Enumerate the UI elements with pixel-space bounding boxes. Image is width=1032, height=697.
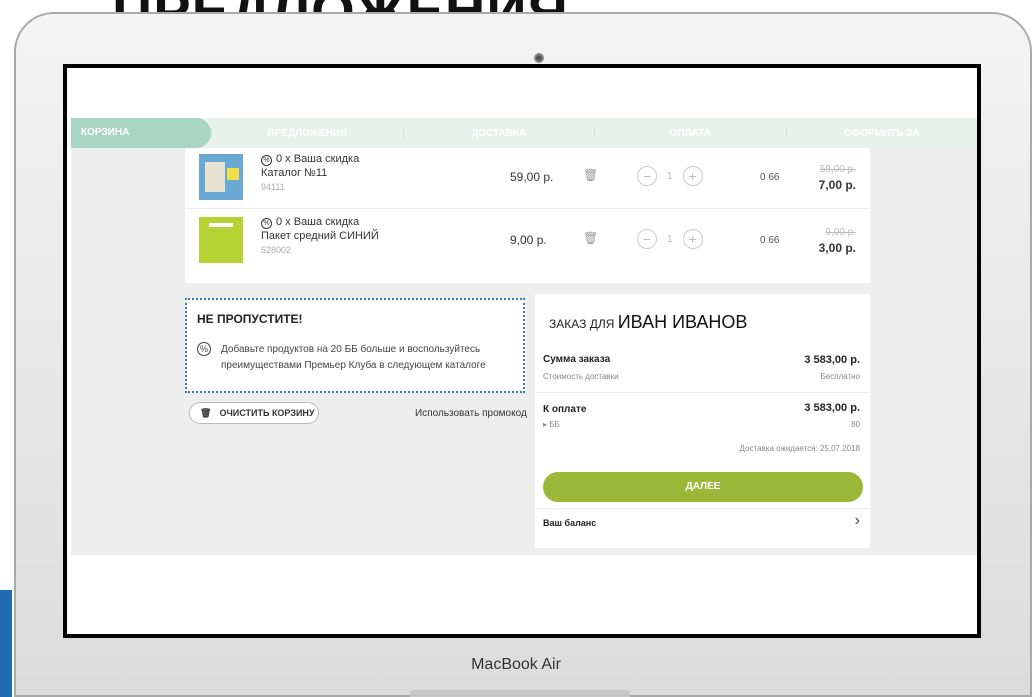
bb-label[interactable]: ▸ ББ — [543, 420, 560, 429]
item-price: 9,00 р. — [510, 233, 547, 247]
balance-label[interactable]: Ваш баланс — [543, 518, 596, 528]
item-name: Каталог №11 — [261, 167, 328, 179]
increase-button[interactable]: + — [682, 229, 703, 249]
discount-label: 0 х Ваша скидка — [276, 153, 360, 165]
decrease-button[interactable]: − — [637, 229, 657, 249]
divider — [535, 392, 870, 393]
customer-name: ИВАН ИВАНОВ — [617, 312, 748, 332]
sum-label: Сумма заказа — [543, 354, 611, 365]
to-pay-value: 3 583,00 р. — [804, 402, 860, 414]
increase-button[interactable]: + — [682, 166, 703, 186]
item-points: 0 66 — [760, 172, 780, 183]
clear-cart-label: ОЧИСТИТЬ КОРЗИНУ — [219, 408, 315, 418]
item-old-price: 59,00 р. — [819, 164, 856, 175]
delivery-expected: Доставка ожидается: 25.07.2018 — [739, 444, 860, 453]
device-label: MacBook Air — [471, 656, 561, 673]
item-price: 59,00 р. — [510, 170, 554, 184]
checkout-steps: КОРЗИНА ПРЕДЛОЖЕНИЯ ДОСТАВКА ОПЛАТА ОФОР… — [71, 118, 977, 148]
delivery-label: Стоимость доставки — [543, 372, 619, 381]
bb-value: 80 — [851, 420, 860, 429]
discount-icon: % — [261, 155, 272, 166]
trash-icon[interactable]: 🗑 — [583, 231, 598, 245]
cart-items: % 0 х Ваша скидка Каталог №11 94111 59,00… — [185, 148, 870, 283]
step-offers[interactable]: ПРЕДЛОЖЕНИЯ — [211, 127, 403, 139]
divider — [535, 508, 870, 509]
trash-icon: 🗑 — [200, 407, 212, 418]
blue-strip — [0, 590, 12, 697]
order-summary: ЗАКАЗ ДЛЯ ИВАН ИВАНОВ Сумма заказа 3 583… — [535, 294, 870, 548]
promo-code-link[interactable]: Использовать промокод — [415, 408, 527, 419]
laptop-screen: КОРЗИНА ПРЕДЛОЖЕНИЯ ДОСТАВКА ОПЛАТА ОФОР… — [63, 64, 981, 638]
cart-item: % 0 х Ваша скидка Пакет средний СИНИЙ 528… — [185, 208, 870, 268]
step-payment[interactable]: ОПЛАТА — [594, 127, 786, 139]
item-new-price: 3,00 р. — [818, 241, 856, 255]
order-title: ЗАКАЗ ДЛЯ — [549, 317, 615, 331]
to-pay-label: К оплате — [543, 404, 587, 415]
quantity-stepper: − 1 + — [637, 229, 703, 249]
quantity-value: 1 — [667, 233, 673, 245]
item-sku: 528002 — [261, 245, 292, 255]
product-thumbnail — [199, 154, 243, 200]
product-thumbnail — [199, 217, 243, 263]
step-cart[interactable]: КОРЗИНА — [71, 118, 211, 148]
item-sku: 94111 — [261, 182, 285, 192]
step-delivery[interactable]: ДОСТАВКА — [402, 127, 595, 139]
step-checkout[interactable]: ОФОРМИТЬ ЗА — [785, 127, 978, 139]
camera — [534, 53, 544, 63]
quantity-value: 1 — [667, 170, 673, 182]
sum-value: 3 583,00 р. — [804, 354, 860, 366]
cart-item: % 0 х Ваша скидка Каталог №11 94111 59,00… — [185, 148, 870, 208]
promo-title: НЕ ПРОПУСТИТЕ! — [197, 312, 303, 326]
decrease-button[interactable]: − — [637, 166, 657, 186]
next-button[interactable]: ДАЛЕЕ — [543, 472, 863, 502]
discount-icon: % — [197, 342, 211, 356]
discount-label: 0 х Ваша скидка — [276, 216, 360, 228]
screen-content: КОРЗИНА ПРЕДЛОЖЕНИЯ ДОСТАВКА ОПЛАТА ОФОР… — [67, 68, 977, 634]
item-name: Пакет средний СИНИЙ — [261, 230, 379, 242]
promo-box: НЕ ПРОПУСТИТЕ! % Добавьте продуктов на 2… — [185, 298, 525, 393]
item-new-price: 7,00 р. — [818, 178, 856, 192]
quantity-stepper: − 1 + — [637, 166, 703, 186]
chevron-right-icon[interactable]: › — [855, 512, 860, 530]
discount-icon: % — [261, 218, 272, 229]
item-points: 0 66 — [760, 235, 780, 246]
delivery-value: Бесплатно — [820, 372, 860, 381]
topbar — [67, 68, 977, 118]
item-old-price: 9,00 р. — [825, 227, 856, 238]
promo-text: Добавьте продуктов на 20 ББ больше и вос… — [221, 344, 486, 371]
clear-cart-button[interactable]: 🗑 ОЧИСТИТЬ КОРЗИНУ — [189, 402, 319, 424]
laptop-base — [410, 690, 630, 697]
trash-icon[interactable]: 🗑 — [583, 168, 598, 182]
